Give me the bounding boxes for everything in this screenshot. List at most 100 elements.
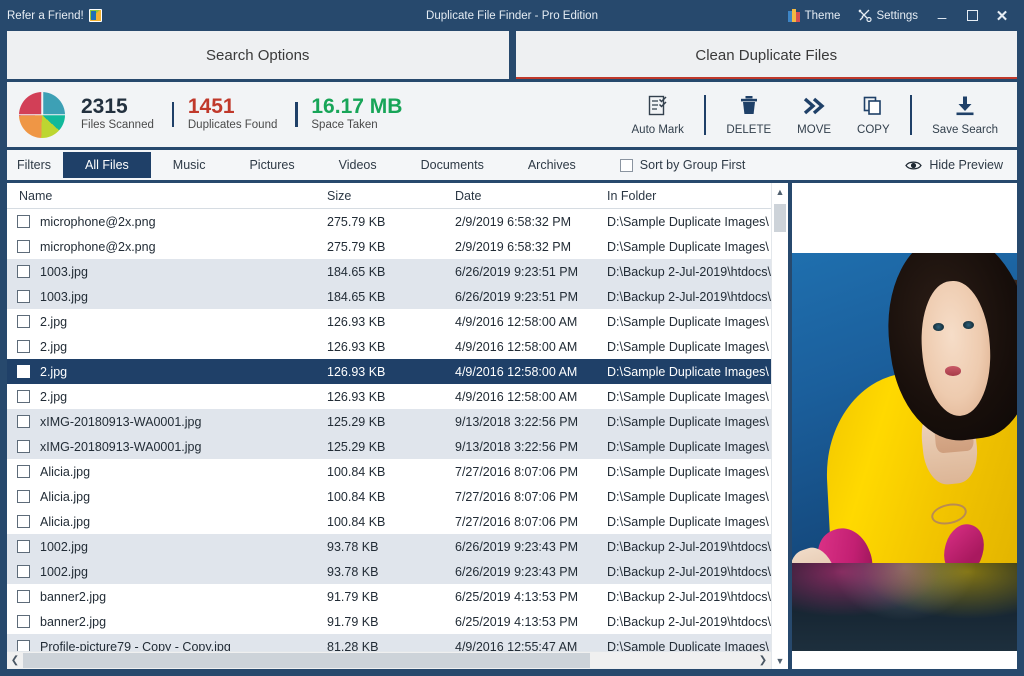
filter-tab-documents-label: Documents: [421, 158, 484, 172]
table-row[interactable]: xIMG-20180913-WA0001.jpg125.29 KB9/13/20…: [7, 434, 771, 459]
row-checkbox[interactable]: [17, 615, 30, 628]
cell-size: 93.78 KB: [327, 565, 455, 579]
table-row[interactable]: 2.jpg126.93 KB4/9/2016 12:58:00 AMD:\Sam…: [7, 309, 771, 334]
row-checkbox[interactable]: [17, 365, 30, 378]
filter-tab-videos[interactable]: Videos: [317, 152, 399, 178]
row-checkbox[interactable]: [17, 465, 30, 478]
eye-icon: [905, 160, 922, 171]
minimize-button[interactable]: _: [927, 5, 957, 26]
space-taken-label: Space Taken: [311, 118, 402, 133]
table-row[interactable]: 1002.jpg93.78 KB6/26/2019 9:23:43 PMD:\B…: [7, 559, 771, 584]
sort-by-group-first-checkbox[interactable]: Sort by Group First: [620, 158, 746, 172]
filter-tab-all-files[interactable]: All Files: [63, 152, 151, 178]
wrench-screwdriver-icon: [858, 9, 872, 22]
row-checkbox[interactable]: [17, 540, 30, 553]
table-row[interactable]: 1002.jpg93.78 KB6/26/2019 9:23:43 PMD:\B…: [7, 534, 771, 559]
table-row[interactable]: banner2.jpg91.79 KB6/25/2019 4:13:53 PMD…: [7, 609, 771, 634]
horizontal-scrollbar-track[interactable]: [23, 652, 755, 669]
table-row[interactable]: banner2.jpg91.79 KB6/25/2019 4:13:53 PMD…: [7, 584, 771, 609]
save-search-button[interactable]: Save Search: [919, 87, 1011, 143]
auto-mark-button[interactable]: Auto Mark: [619, 87, 697, 143]
column-header-name[interactable]: Name: [7, 189, 327, 203]
row-checkbox[interactable]: [17, 565, 30, 578]
row-checkbox[interactable]: [17, 240, 30, 253]
cell-name: banner2.jpg: [40, 615, 106, 629]
theme-button[interactable]: Theme: [779, 5, 850, 26]
tab-clean-duplicate-files[interactable]: Clean Duplicate Files: [516, 31, 1018, 79]
table-row[interactable]: 1003.jpg184.65 KB6/26/2019 9:23:51 PMD:\…: [7, 259, 771, 284]
vertical-scrollbar-track[interactable]: [772, 200, 788, 652]
vertical-scrollbar[interactable]: ▲ ▼: [771, 183, 788, 669]
tab-search-options[interactable]: Search Options: [7, 31, 509, 79]
filter-tab-documents[interactable]: Documents: [399, 152, 506, 178]
row-checkbox[interactable]: [17, 390, 30, 403]
row-checkbox[interactable]: [17, 290, 30, 303]
row-checkbox[interactable]: [17, 215, 30, 228]
cell-size: 126.93 KB: [327, 340, 455, 354]
cell-size: 100.84 KB: [327, 465, 455, 479]
title-bar: Refer a Friend! Duplicate File Finder - …: [5, 5, 1019, 26]
column-header-date[interactable]: Date: [455, 189, 607, 203]
hide-preview-label: Hide Preview: [929, 158, 1003, 172]
row-checkbox[interactable]: [17, 340, 30, 353]
chevron-right-icon[interactable]: ❯: [755, 652, 771, 669]
row-checkbox[interactable]: [17, 440, 30, 453]
filter-tab-music[interactable]: Music: [151, 152, 228, 178]
cell-date: 6/26/2019 9:23:43 PM: [455, 565, 607, 579]
table-row[interactable]: Profile-picture79 - Copy - Copy.jpg81.28…: [7, 634, 771, 651]
table-row[interactable]: Alicia.jpg100.84 KB7/27/2016 8:07:06 PMD…: [7, 484, 771, 509]
table-row[interactable]: microphone@2x.png275.79 KB2/9/2019 6:58:…: [7, 234, 771, 259]
hide-preview-button[interactable]: Hide Preview: [905, 158, 1017, 172]
refer-a-friend-button[interactable]: Refer a Friend!: [5, 9, 102, 22]
cell-folder: D:\Sample Duplicate Images\: [607, 215, 771, 229]
preview-image: [792, 253, 1017, 651]
row-checkbox[interactable]: [17, 590, 30, 603]
row-checkbox[interactable]: [17, 415, 30, 428]
cell-folder: D:\Backup 2-Jul-2019\htdocs\: [607, 565, 771, 579]
maximize-button[interactable]: [957, 5, 987, 26]
download-icon: [954, 93, 976, 119]
settings-button[interactable]: Settings: [849, 5, 927, 26]
file-list-pane: Name Size Date In Folder microphone@2x.p…: [7, 183, 788, 669]
column-header-size[interactable]: Size: [327, 189, 455, 203]
table-row[interactable]: 2.jpg126.93 KB4/9/2016 12:58:00 AMD:\Sam…: [7, 334, 771, 359]
table-row[interactable]: 2.jpg126.93 KB4/9/2016 12:58:00 AMD:\Sam…: [7, 359, 771, 384]
cell-date: 4/9/2016 12:58:00 AM: [455, 315, 607, 329]
statistics-group: 2315 Files Scanned 1451 Duplicates Found…: [65, 96, 420, 133]
row-checkbox[interactable]: [17, 315, 30, 328]
move-button[interactable]: MOVE: [784, 87, 844, 143]
delete-button[interactable]: DELETE: [713, 87, 784, 143]
cell-size: 93.78 KB: [327, 540, 455, 554]
chevron-down-icon[interactable]: ▼: [772, 652, 788, 669]
horizontal-scrollbar-thumb[interactable]: [23, 653, 590, 668]
table-row[interactable]: 2.jpg126.93 KB4/9/2016 12:58:00 AMD:\Sam…: [7, 384, 771, 409]
close-button[interactable]: ✕: [987, 5, 1017, 26]
table-row[interactable]: xIMG-20180913-WA0001.jpg125.29 KB9/13/20…: [7, 409, 771, 434]
table-row[interactable]: Alicia.jpg100.84 KB7/27/2016 8:07:06 PMD…: [7, 459, 771, 484]
chevron-up-icon[interactable]: ▲: [772, 183, 788, 200]
title-bar-controls: Theme Settings _ ✕: [779, 5, 1019, 26]
row-checkbox[interactable]: [17, 490, 30, 503]
table-row[interactable]: 1003.jpg184.65 KB6/26/2019 9:23:51 PMD:\…: [7, 284, 771, 309]
table-row[interactable]: Alicia.jpg100.84 KB7/27/2016 8:07:06 PMD…: [7, 509, 771, 534]
chevron-left-icon[interactable]: ❮: [7, 652, 23, 669]
cell-folder: D:\Sample Duplicate Images\: [607, 390, 771, 404]
table-row[interactable]: microphone@2x.png275.79 KB2/9/2019 6:58:…: [7, 209, 771, 234]
stat-duplicates-found: 1451 Duplicates Found: [172, 96, 296, 133]
maximize-icon: [967, 10, 978, 21]
row-checkbox[interactable]: [17, 265, 30, 278]
cell-date: 9/13/2018 3:22:56 PM: [455, 440, 607, 454]
checklist-icon: [647, 93, 669, 119]
save-search-label: Save Search: [932, 124, 998, 136]
filter-tab-archives[interactable]: Archives: [506, 152, 598, 178]
cell-size: 100.84 KB: [327, 490, 455, 504]
vertical-scrollbar-thumb[interactable]: [774, 204, 786, 232]
column-header-in-folder[interactable]: In Folder: [607, 189, 771, 203]
horizontal-scrollbar[interactable]: ❮ ❯: [7, 651, 771, 669]
filter-tab-pictures[interactable]: Pictures: [227, 152, 316, 178]
row-checkbox[interactable]: [17, 640, 30, 651]
row-checkbox[interactable]: [17, 515, 30, 528]
cell-date: 6/25/2019 4:13:53 PM: [455, 590, 607, 604]
cell-name: Alicia.jpg: [40, 515, 90, 529]
copy-button[interactable]: COPY: [844, 87, 903, 143]
